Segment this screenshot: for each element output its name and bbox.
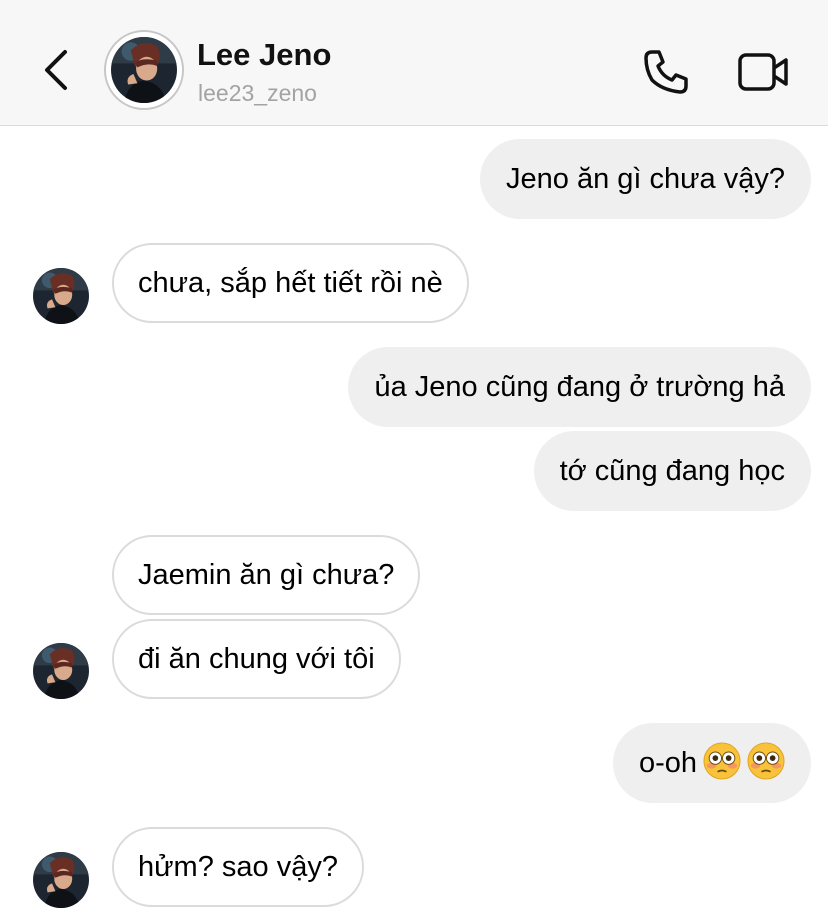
message-bubble-outgoing[interactable]: ủa Jeno cũng đang ở trường hả (348, 347, 811, 427)
chat-header: Lee Jeno lee23_zeno (0, 0, 828, 126)
message-bubble-incoming[interactable]: đi ăn chung với tôi (112, 619, 401, 699)
chevron-left-icon (45, 50, 67, 90)
contact-name[interactable]: Lee Jeno (197, 37, 331, 73)
sender-avatar[interactable] (33, 643, 89, 699)
profile-avatar[interactable] (104, 30, 184, 110)
contact-username: lee23_zeno (198, 80, 317, 106)
sender-avatar[interactable] (33, 852, 89, 908)
message-text: tớ cũng đang học (559, 455, 785, 487)
call-button[interactable] (640, 46, 692, 98)
video-camera-icon (738, 53, 788, 91)
message-text: hửm? sao vậy? (138, 851, 338, 883)
message-bubble-outgoing[interactable]: tớ cũng đang học (533, 431, 811, 511)
message-text: ủa Jeno cũng đang ở trường hả (374, 371, 785, 403)
sender-avatar[interactable] (33, 268, 89, 324)
video-call-button[interactable] (736, 48, 792, 96)
back-button[interactable] (38, 46, 72, 94)
message-bubble-incoming[interactable]: Jaemin ăn gì chưa? (112, 535, 421, 615)
flushed-face-icon (703, 742, 741, 780)
avatar-image (111, 37, 177, 103)
message-bubble-outgoing[interactable]: Jeno ăn gì chưa vậy? (480, 139, 811, 219)
message-bubble-incoming[interactable]: hửm? sao vậy? (112, 827, 364, 907)
flushed-face-icon (747, 742, 785, 780)
message-bubble-outgoing[interactable]: o-oh (612, 723, 811, 803)
message-text: Jaemin ăn gì chưa? (138, 559, 395, 591)
message-text: đi ăn chung với tôi (138, 643, 375, 675)
message-text: o-oh (638, 747, 697, 779)
phone-icon (644, 50, 688, 94)
message-text: Jeno ăn gì chưa vậy? (506, 163, 785, 195)
message-text: chưa, sắp hết tiết rồi nè (138, 267, 443, 299)
message-bubble-incoming[interactable]: chưa, sắp hết tiết rồi nè (112, 243, 469, 323)
